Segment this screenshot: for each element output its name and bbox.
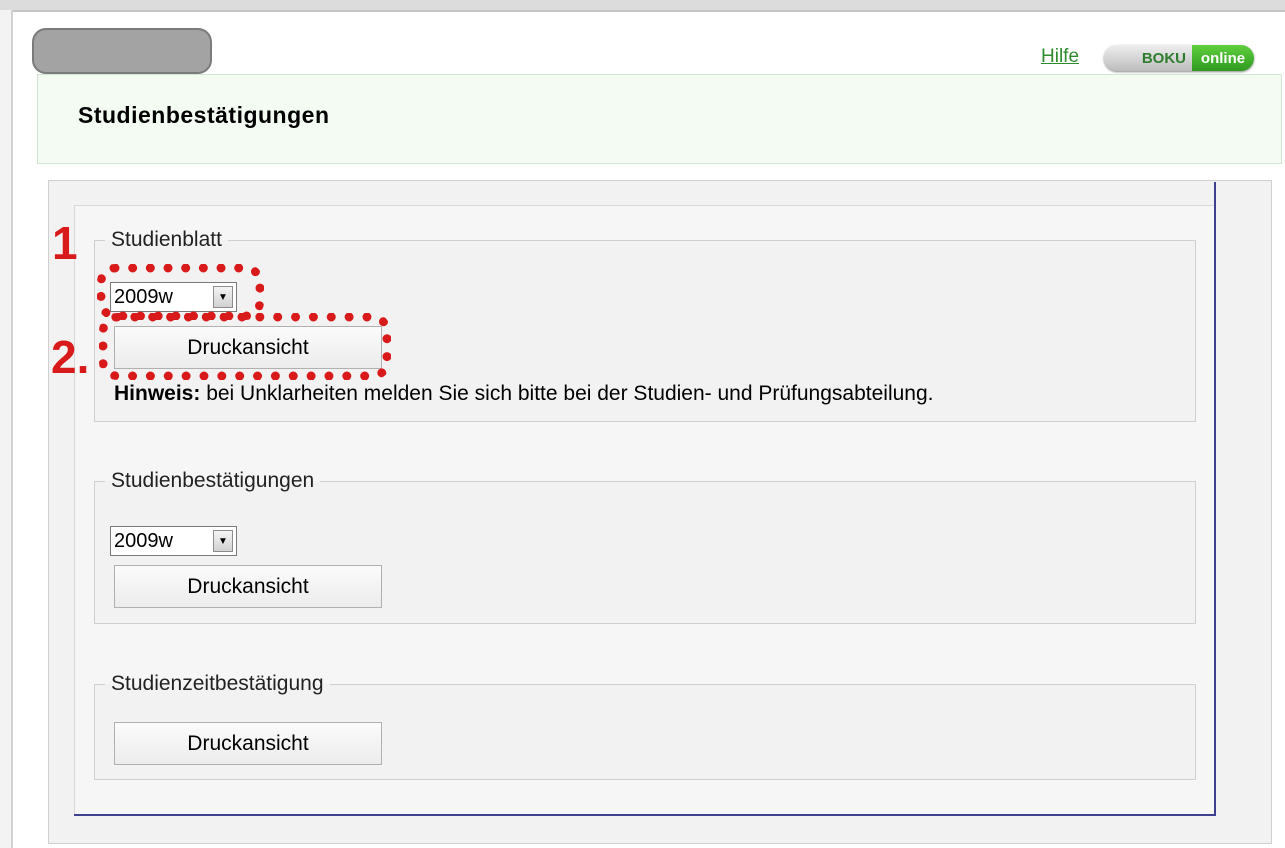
step-1-label: 1 <box>52 217 78 269</box>
page-title: Studienbestätigungen <box>78 102 330 128</box>
section-legend: Studienzeitbestätigung <box>111 672 324 695</box>
step-2-label: 2. <box>51 331 90 383</box>
logo-boku-text: BOKU <box>1104 45 1192 71</box>
select-value: 2009w <box>114 529 173 552</box>
logo-online-text: online <box>1192 45 1254 71</box>
help-link[interactable]: Hilfe <box>1041 46 1079 68</box>
print-view-button-studienbestaetigungen[interactable]: Druckansicht <box>114 565 382 608</box>
window-top-frame <box>0 0 1285 12</box>
hint-message: bei Unklarheiten melden Sie sich bitte b… <box>200 382 934 405</box>
print-view-button-studienzeitbestaetigung[interactable]: Druckansicht <box>114 722 382 765</box>
window-left-frame <box>0 10 13 848</box>
panel-right-rule <box>1214 182 1216 814</box>
boku-online-logo[interactable]: BOKU online <box>1104 45 1254 71</box>
hint-label: Hinweis: <box>114 382 201 405</box>
section-legend: Studienbestätigungen <box>111 469 315 492</box>
hint-text: Hinweis: bei Unklarheiten melden Sie sic… <box>114 382 933 406</box>
section-legend: Studienblatt <box>111 228 222 251</box>
step-1-highlight <box>97 264 264 320</box>
step-2-highlight <box>99 313 391 380</box>
chevron-down-icon[interactable]: ▼ <box>213 530 233 552</box>
redacted-user-pill <box>32 28 212 74</box>
panel-bottom-rule <box>74 814 1216 816</box>
semester-select-studienbestaetigungen[interactable]: 2009w ▼ <box>110 526 237 556</box>
